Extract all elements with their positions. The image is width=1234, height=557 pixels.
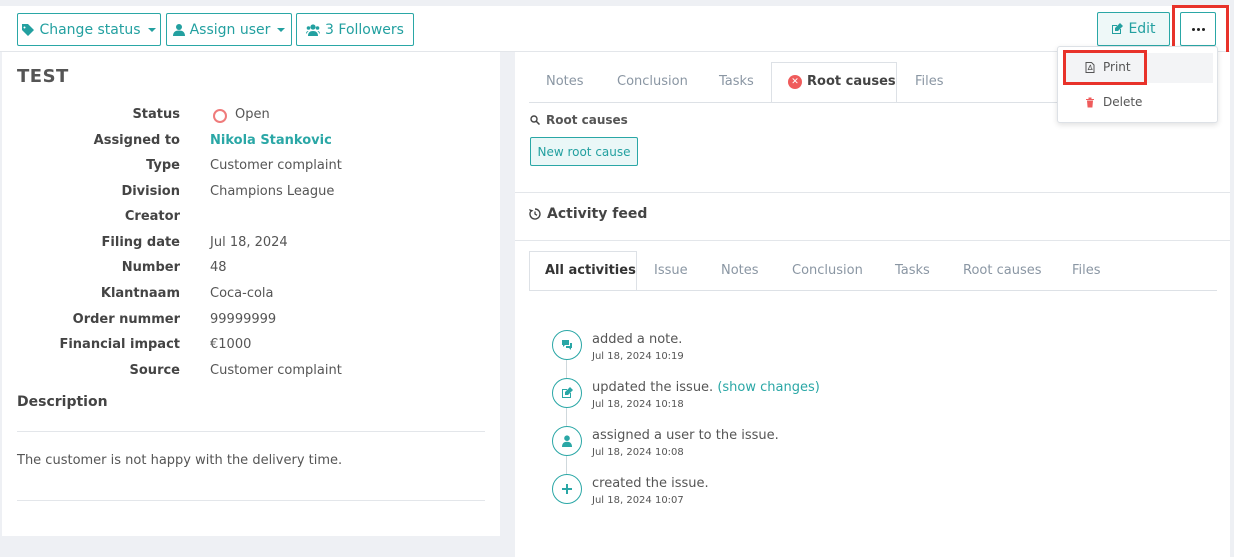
description-heading: Description <box>17 394 108 410</box>
field-value-financial-impact: €1000 <box>210 337 252 352</box>
tag-icon <box>22 23 35 36</box>
field-value-order-nummer: 99999999 <box>210 312 277 327</box>
activity-text: assigned a user to the issue. <box>592 428 779 443</box>
timeline-line <box>566 345 567 490</box>
edit-button[interactable]: Edit <box>1097 12 1170 46</box>
field-value-filing-date: Jul 18, 2024 <box>210 235 288 250</box>
tab-underline <box>529 290 1217 291</box>
tab-root-causes[interactable]: ✕ Root causes <box>788 74 896 89</box>
caret-down-icon <box>277 27 286 32</box>
trash-icon <box>1086 97 1094 107</box>
field-label-financial-impact: Financial impact <box>59 337 180 352</box>
root-causes-heading-label: Root causes <box>546 113 628 127</box>
divider <box>515 240 1230 241</box>
activity-text: added a note. <box>592 332 683 347</box>
field-label-order-nummer: Order nummer <box>72 312 180 327</box>
show-changes-link[interactable]: (show changes) <box>717 380 820 395</box>
field-label-assigned-to: Assigned to <box>93 133 180 148</box>
field-value-status: Open <box>235 107 270 122</box>
history-icon <box>529 208 541 220</box>
tab-all-activities[interactable]: All activities <box>545 263 636 278</box>
activity-feed-label: Activity feed <box>547 206 648 222</box>
tab-issue[interactable]: Issue <box>654 263 688 278</box>
edit-icon <box>552 378 582 408</box>
tab-root-causes-label: Root causes <box>807 74 896 89</box>
tab-notes[interactable]: Notes <box>546 74 584 89</box>
assigned-user-link[interactable]: Nikola Stankovic <box>210 133 332 148</box>
root-causes-heading: Root causes <box>530 113 628 127</box>
activity-timestamp: Jul 18, 2024 10:07 <box>592 495 684 506</box>
tab-conclusion[interactable]: Conclusion <box>617 74 688 89</box>
highlight-print-item <box>1063 50 1147 85</box>
plus-icon <box>552 474 582 504</box>
field-label-division: Division <box>121 184 180 199</box>
user-icon <box>552 426 582 456</box>
caret-down-icon <box>147 27 156 32</box>
menu-item-delete-label: Delete <box>1103 95 1143 109</box>
divider <box>515 192 1230 193</box>
tab-files[interactable]: Files <box>915 74 944 89</box>
field-value-division: Champions League <box>210 184 335 199</box>
assign-user-label: Assign user <box>189 21 271 38</box>
field-label-filing-date: Filing date <box>101 235 180 250</box>
users-icon <box>306 23 321 36</box>
menu-item-delete[interactable]: Delete <box>1085 95 1142 109</box>
field-value-number: 48 <box>210 260 227 275</box>
activity-text: created the issue. <box>592 476 709 491</box>
activity-feed-heading: Activity feed <box>529 206 647 222</box>
edit-icon <box>1112 23 1124 34</box>
activity-text: updated the issue. <box>592 380 714 395</box>
new-root-cause-button[interactable]: New root cause <box>530 137 638 166</box>
tab-activity-conclusion[interactable]: Conclusion <box>792 263 863 278</box>
field-label-source: Source <box>129 363 180 378</box>
assign-user-button[interactable]: Assign user <box>166 13 292 46</box>
change-status-label: Change status <box>39 21 141 38</box>
user-icon <box>172 23 185 36</box>
search-icon <box>530 115 540 125</box>
field-value-klantnaam: Coca-cola <box>210 286 274 301</box>
change-status-button[interactable]: Change status <box>17 13 161 46</box>
tab-activity-files[interactable]: Files <box>1072 263 1101 278</box>
error-circle-icon: ✕ <box>788 74 802 89</box>
activity-item: updated the issue. (show changes) <box>592 380 820 395</box>
divider <box>17 500 485 501</box>
field-label-creator: Creator <box>124 209 180 224</box>
field-label-status: Status <box>132 107 180 122</box>
field-label-number: Number <box>121 260 180 275</box>
issue-title: TEST <box>17 66 69 87</box>
field-value-source: Customer complaint <box>210 363 342 378</box>
edit-label: Edit <box>1128 21 1156 37</box>
field-label-type: Type <box>146 158 180 173</box>
activity-timestamp: Jul 18, 2024 10:08 <box>592 447 684 458</box>
tab-activity-tasks[interactable]: Tasks <box>895 263 930 278</box>
divider <box>17 431 485 432</box>
status-open-icon <box>213 109 227 123</box>
field-value-type: Customer complaint <box>210 158 342 173</box>
followers-button[interactable]: 3 Followers <box>296 13 414 46</box>
description-text: The customer is not happy with the deliv… <box>17 453 343 468</box>
tab-tasks[interactable]: Tasks <box>719 74 754 89</box>
tab-activity-notes[interactable]: Notes <box>721 263 759 278</box>
activity-timestamp: Jul 18, 2024 10:19 <box>592 351 684 362</box>
comments-icon <box>552 330 582 360</box>
activity-timestamp: Jul 18, 2024 10:18 <box>592 399 684 410</box>
field-label-klantnaam: Klantnaam <box>100 286 180 301</box>
tab-activity-root-causes[interactable]: Root causes <box>963 263 1041 278</box>
followers-label: 3 Followers <box>325 21 404 38</box>
